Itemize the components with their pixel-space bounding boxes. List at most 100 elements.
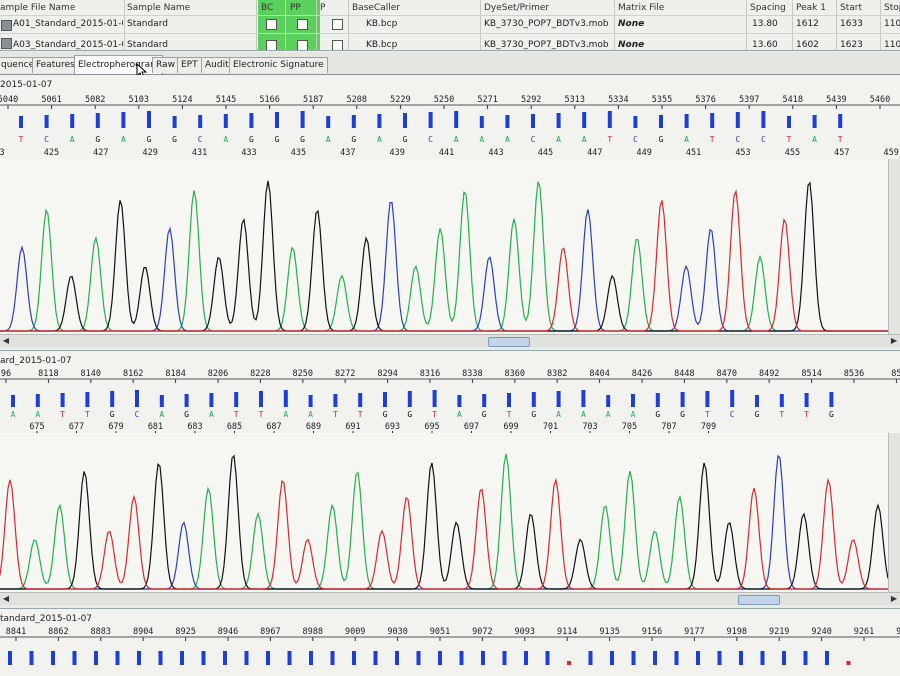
base-call[interactable]: A [308, 410, 313, 419]
base-call[interactable]: T [779, 410, 784, 419]
base-call[interactable]: A [223, 135, 228, 144]
base-call[interactable]: G [95, 135, 100, 144]
horizontal-scrollbar[interactable]: ◀ ▶ [0, 334, 900, 347]
tab-electropherogram[interactable]: Electropherogram [74, 55, 163, 74]
base-call[interactable]: A [209, 410, 214, 419]
base-call[interactable]: T [333, 410, 338, 419]
pp-checkbox[interactable] [297, 40, 308, 50]
tab-audit[interactable]: Audit [201, 57, 233, 73]
scroll-left-arrow-icon[interactable]: ◀ [0, 593, 12, 605]
base-call[interactable]: G [383, 410, 388, 419]
col-dyeset[interactable]: DyeSet/Primer [484, 2, 549, 14]
trace-plot[interactable] [0, 159, 889, 335]
base-call[interactable]: G [680, 410, 685, 419]
base-call[interactable]: A [581, 410, 586, 419]
base-call[interactable]: A [812, 135, 817, 144]
base-call[interactable]: A [606, 410, 611, 419]
base-call[interactable]: T [787, 135, 792, 144]
base-call[interactable]: G [249, 135, 254, 144]
base-call[interactable]: G [531, 410, 536, 419]
base-call[interactable]: A [631, 410, 636, 419]
base-call[interactable]: T [507, 410, 512, 419]
p-checkbox[interactable] [332, 19, 343, 30]
base-call[interactable]: C [730, 410, 735, 419]
base-call[interactable]: A [556, 135, 561, 144]
base-call[interactable]: A [326, 135, 331, 144]
base-call[interactable]: A [283, 410, 288, 419]
base-call[interactable]: A [35, 410, 40, 419]
base-call[interactable]: G [184, 410, 189, 419]
base-call[interactable]: C [198, 135, 203, 144]
base-call[interactable]: T [838, 135, 843, 144]
base-call[interactable]: C [428, 135, 433, 144]
base-call[interactable]: G [659, 135, 664, 144]
base-call[interactable]: C [761, 135, 766, 144]
scroll-thumb[interactable] [488, 337, 531, 347]
tab-features[interactable]: Features [32, 57, 79, 73]
base-call[interactable]: G [147, 135, 152, 144]
col-basecaller[interactable]: BaseCaller [352, 2, 400, 14]
base-call[interactable]: G [755, 410, 760, 419]
scroll-right-arrow-icon[interactable]: ▶ [888, 593, 900, 605]
col-start[interactable]: Start [840, 2, 862, 14]
horizontal-scrollbar[interactable]: ◀ ▶ [0, 592, 900, 605]
trace-plot[interactable] [0, 433, 889, 593]
col-sample-name[interactable]: Sample Name [127, 2, 190, 14]
base-call[interactable]: G [655, 410, 660, 419]
col-sample-file[interactable]: ample File Name [0, 2, 75, 14]
base-call[interactable]: G [482, 410, 487, 419]
base-call[interactable]: C [135, 410, 140, 419]
base-call[interactable]: T [607, 135, 612, 144]
vertical-scrollbar[interactable] [888, 433, 900, 593]
base-call[interactable]: T [60, 410, 65, 419]
scroll-right-arrow-icon[interactable]: ▶ [888, 335, 900, 347]
tab-electronic-signature[interactable]: Electronic Signature [229, 57, 328, 73]
base-call[interactable]: G [829, 410, 834, 419]
base-call[interactable]: A [505, 135, 510, 144]
bc-checkbox[interactable] [266, 19, 277, 30]
base-call[interactable]: T [19, 135, 24, 144]
table-row[interactable]: A03_Standard_2015-01-07 Standard KB.bcp … [0, 33, 900, 50]
col-peak1[interactable]: Peak 1 [796, 2, 826, 14]
scroll-thumb[interactable] [737, 595, 780, 605]
base-call[interactable]: A [70, 135, 75, 144]
base-call[interactable]: G [275, 135, 280, 144]
base-call[interactable]: T [804, 410, 809, 419]
base-call[interactable]: A [556, 410, 561, 419]
base-call[interactable]: G [403, 135, 408, 144]
base-call[interactable]: T [705, 410, 710, 419]
base-call[interactable]: A [684, 135, 689, 144]
base-call[interactable]: A [582, 135, 587, 144]
base-call[interactable]: G [300, 135, 305, 144]
col-pp[interactable]: PP [290, 2, 301, 14]
base-call[interactable]: G [351, 135, 356, 144]
base-call[interactable]: T [85, 410, 90, 419]
p-checkbox[interactable] [332, 40, 343, 50]
base-call[interactable]: T [710, 135, 715, 144]
base-call[interactable]: A [377, 135, 382, 144]
base-call[interactable]: G [110, 410, 115, 419]
base-call[interactable]: A [121, 135, 126, 144]
base-call[interactable]: A [479, 135, 484, 144]
vertical-scrollbar[interactable] [888, 159, 900, 335]
tab-raw[interactable]: Raw [152, 57, 179, 73]
base-call[interactable]: T [432, 410, 437, 419]
base-call[interactable]: A [454, 135, 459, 144]
base-call[interactable]: C [633, 135, 638, 144]
base-call[interactable]: C [44, 135, 49, 144]
base-call[interactable]: T [358, 410, 363, 419]
col-spacing[interactable]: Spacing [750, 2, 786, 14]
base-call[interactable]: C [531, 135, 536, 144]
base-call[interactable]: G [407, 410, 412, 419]
scroll-left-arrow-icon[interactable]: ◀ [0, 335, 12, 347]
bc-checkbox[interactable] [266, 40, 277, 50]
col-stop[interactable]: Stop [884, 2, 900, 14]
col-p[interactable]: P [320, 2, 325, 14]
base-call[interactable]: C [735, 135, 740, 144]
table-row[interactable]: A01_Standard_2015-01-07 Standard KB.bcp … [0, 15, 900, 33]
base-call[interactable]: A [457, 410, 462, 419]
base-call[interactable]: T [234, 410, 239, 419]
tab-ept[interactable]: EPT [177, 57, 202, 73]
base-call[interactable]: G [172, 135, 177, 144]
base-call[interactable]: A [11, 410, 16, 419]
